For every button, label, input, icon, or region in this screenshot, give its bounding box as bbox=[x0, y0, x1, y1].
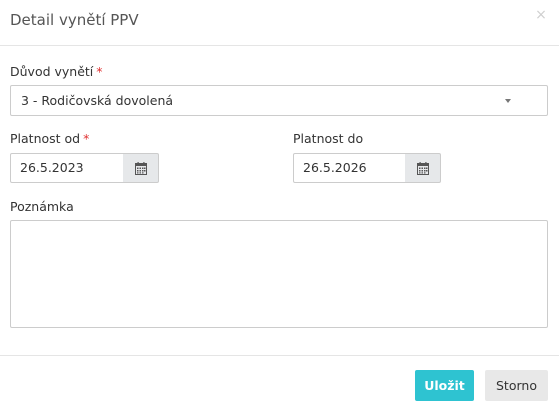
reason-label-text: Důvod vynětí bbox=[10, 64, 94, 79]
note-label: Poznámka bbox=[10, 199, 74, 214]
valid-to-datepicker: 26.5.2026 bbox=[293, 153, 441, 183]
valid-to-calendar-button[interactable] bbox=[405, 153, 441, 183]
valid-to-input[interactable]: 26.5.2026 bbox=[293, 153, 406, 183]
valid-from-calendar-button[interactable] bbox=[123, 153, 159, 183]
reason-select[interactable]: 3 - Rodičovská dovolená bbox=[10, 85, 548, 116]
chevron-down-icon bbox=[505, 99, 511, 103]
close-icon[interactable]: × bbox=[533, 7, 549, 23]
calendar-icon bbox=[417, 162, 429, 175]
valid-from-label-text: Platnost od bbox=[10, 131, 81, 146]
dialog-header: Detail vynětí PPV × bbox=[0, 0, 559, 46]
save-button[interactable]: Uložit bbox=[415, 370, 474, 401]
required-mark: * bbox=[83, 131, 90, 146]
reason-select-value: 3 - Rodičovská dovolená bbox=[21, 93, 174, 108]
valid-from-label: Platnost od * bbox=[10, 131, 89, 146]
note-label-text: Poznámka bbox=[10, 199, 74, 214]
valid-to-label-text: Platnost do bbox=[293, 131, 364, 146]
dialog-footer: Uložit Storno bbox=[0, 355, 559, 409]
calendar-icon bbox=[135, 162, 147, 175]
valid-to-label: Platnost do bbox=[293, 131, 363, 146]
detail-dialog: Detail vynětí PPV × Důvod vynětí * 3 - Ro… bbox=[0, 0, 559, 409]
cancel-button[interactable]: Storno bbox=[485, 370, 548, 401]
note-textarea[interactable] bbox=[10, 220, 548, 328]
valid-from-datepicker: 26.5.2023 bbox=[10, 153, 159, 183]
reason-label: Důvod vynětí * bbox=[10, 64, 103, 79]
valid-from-input[interactable]: 26.5.2023 bbox=[10, 153, 124, 183]
dialog-title: Detail vynětí PPV bbox=[10, 11, 139, 29]
required-mark: * bbox=[96, 64, 103, 79]
